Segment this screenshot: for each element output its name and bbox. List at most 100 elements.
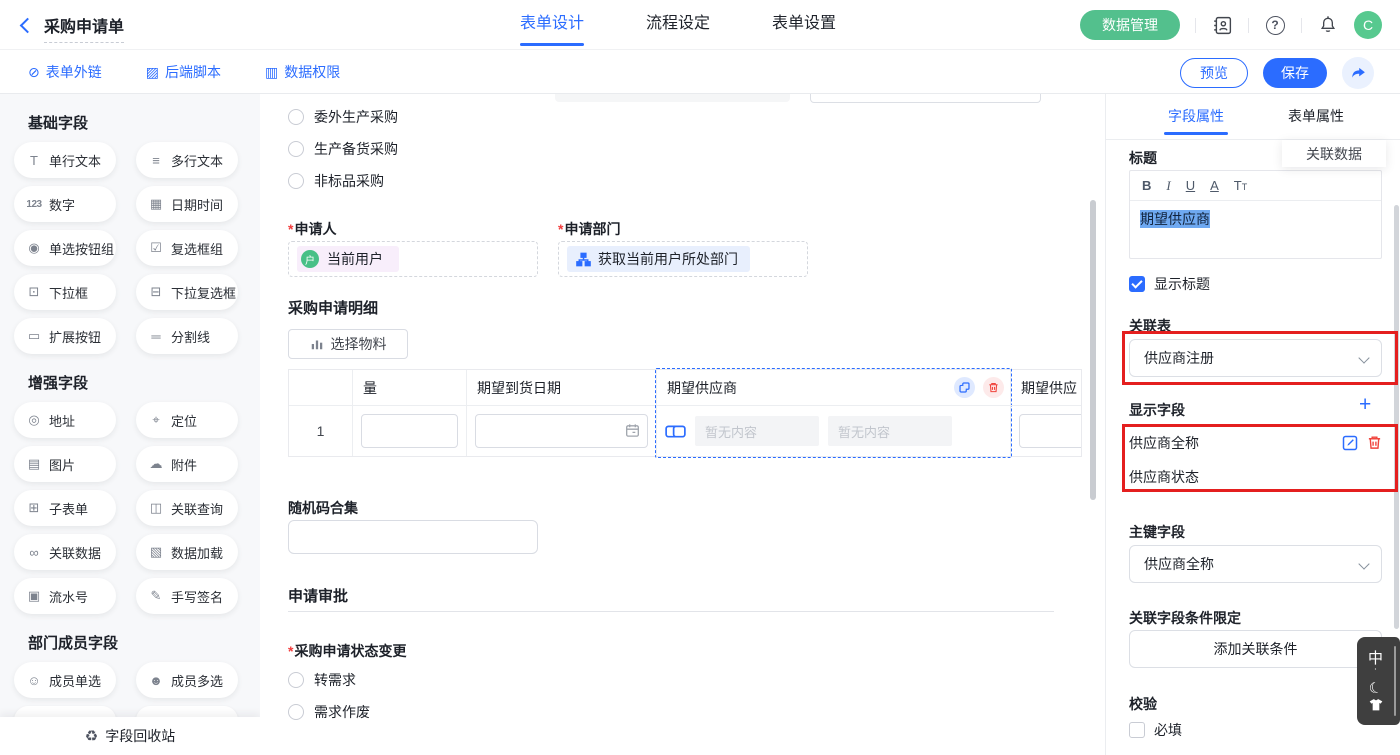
ime-skin-icon[interactable]: [1368, 698, 1384, 712]
user-avatar[interactable]: C: [1354, 11, 1382, 39]
field-subform[interactable]: ⊞子表单: [14, 490, 116, 526]
related-table-select[interactable]: 供应商注册: [1129, 339, 1382, 377]
title-editor: B I U A TT 期望供应商: [1129, 170, 1382, 259]
attachment-icon: ☁: [147, 456, 165, 472]
col-header-quantity: 量: [353, 370, 466, 406]
backend-script-button[interactable]: ▨ 后端脚本: [146, 62, 221, 82]
panel-tabs: 字段属性 表单属性: [1106, 94, 1400, 140]
contacts-icon[interactable]: [1211, 14, 1233, 36]
panel-scrollbar[interactable]: [1394, 205, 1399, 629]
related-data-cell[interactable]: 暂无内容 暂无内容: [665, 416, 1002, 446]
external-link-button[interactable]: ⊘ 表单外链: [28, 62, 102, 82]
field-data-load[interactable]: ▧数据加载: [136, 534, 238, 570]
back-icon[interactable]: [18, 17, 34, 33]
field-extend-button[interactable]: ▭扩展按钮: [14, 318, 116, 354]
detail-table: 1 量 期望到货日期: [288, 369, 1082, 457]
required-asterisk: *: [288, 221, 293, 237]
tab-form-design[interactable]: 表单设计: [520, 0, 584, 50]
related-data-floating-tag: 关联数据: [1282, 140, 1386, 167]
tab-field-properties[interactable]: 字段属性: [1168, 94, 1224, 140]
field-member-single[interactable]: ☺成员单选: [14, 662, 116, 698]
delete-column-icon[interactable]: [983, 377, 1004, 398]
font-size-icon[interactable]: TT: [1234, 178, 1247, 193]
data-manage-button[interactable]: 数据管理: [1080, 10, 1180, 40]
help-icon[interactable]: ?: [1264, 14, 1286, 36]
radio-option-demand-void[interactable]: 需求作废: [288, 702, 370, 722]
add-display-field-icon[interactable]: +: [1359, 396, 1371, 414]
form-title[interactable]: 采购申请单: [44, 13, 124, 43]
script-icon: ▨: [146, 64, 159, 81]
field-member-multi[interactable]: ☻成员多选: [136, 662, 238, 698]
share-button[interactable]: [1342, 57, 1374, 89]
data-permission-button[interactable]: ▥ 数据权限: [265, 62, 340, 82]
font-color-icon[interactable]: A: [1210, 178, 1219, 193]
ime-toolbar: 中 ʾ ☾: [1357, 637, 1400, 725]
field-checkbox-group[interactable]: ☑复选框组: [136, 230, 238, 266]
radio-option-stock[interactable]: 生产备货采购: [288, 139, 398, 159]
number-icon: 123: [25, 199, 43, 210]
field-dropdown[interactable]: ⊡下拉框: [14, 274, 116, 310]
field-image[interactable]: ▤图片: [14, 446, 116, 482]
edit-field-icon[interactable]: [1342, 435, 1358, 451]
tab-form-properties[interactable]: 表单属性: [1288, 94, 1344, 140]
applicant-label: *申请人: [288, 219, 336, 239]
field-address[interactable]: ◎地址: [14, 402, 116, 438]
field-location[interactable]: ⌖定位: [136, 402, 238, 438]
tab-form-setting[interactable]: 表单设置: [772, 0, 836, 50]
tab-flow-setting[interactable]: 流程设定: [646, 0, 710, 50]
ime-punctuation-toggle[interactable]: ʾ: [1374, 668, 1378, 679]
clipped-field[interactable]: [555, 94, 790, 102]
field-related-data[interactable]: ∞关联数据: [14, 534, 116, 570]
location-icon: ⌖: [147, 412, 165, 428]
section-enhanced-fields: 增强字段: [28, 372, 88, 393]
radio-option-to-demand[interactable]: 转需求: [288, 670, 356, 690]
field-recycle-bin[interactable]: ♻ 字段回收站: [0, 717, 260, 755]
copy-column-icon[interactable]: [954, 377, 975, 398]
show-title-checkbox[interactable]: 显示标题: [1129, 274, 1210, 294]
notification-bell-icon[interactable]: [1317, 14, 1339, 36]
col-header-date: 期望到货日期: [467, 370, 656, 406]
dropdown-icon: ⊡: [25, 284, 43, 300]
field-multi-line-text[interactable]: ≡多行文本: [136, 142, 238, 178]
field-number[interactable]: 123数字: [14, 186, 116, 222]
field-serial-number[interactable]: ▣流水号: [14, 578, 116, 614]
field-signature[interactable]: ✎手写签名: [136, 578, 238, 614]
toolbar-actions: 预览 保存: [1180, 57, 1374, 89]
field-related-query[interactable]: ◫关联查询: [136, 490, 238, 526]
table-col-supplier-selected[interactable]: 期望供应商 暂无内容 暂无内容: [657, 370, 1011, 456]
save-button[interactable]: 保存: [1263, 58, 1327, 88]
field-multi-dropdown[interactable]: ⊟下拉复选框: [136, 274, 238, 310]
select-material-button[interactable]: 选择物料: [288, 329, 408, 359]
required-checkbox[interactable]: 必填: [1129, 720, 1182, 740]
italic-icon[interactable]: I: [1166, 178, 1170, 194]
department-field[interactable]: 获取当前用户所处部门: [558, 241, 808, 277]
subform-icon: ⊞: [25, 500, 43, 516]
clipped-field[interactable]: [810, 94, 1041, 103]
field-attachment[interactable]: ☁附件: [136, 446, 238, 482]
field-divider-line[interactable]: ═分割线: [136, 318, 238, 354]
field-single-line-text[interactable]: T单行文本: [14, 142, 116, 178]
delete-field-icon[interactable]: [1367, 435, 1382, 451]
related-data-icon: ∞: [25, 545, 43, 560]
primary-key-select[interactable]: 供应商全称: [1129, 545, 1382, 583]
canvas-scrollbar[interactable]: [1090, 200, 1096, 500]
ime-moon-icon[interactable]: ☾: [1367, 679, 1384, 697]
bar-chart-icon: [310, 337, 324, 351]
supplier2-input[interactable]: [1019, 414, 1081, 448]
bold-icon[interactable]: B: [1142, 178, 1151, 193]
underline-icon[interactable]: U: [1186, 178, 1195, 193]
table-col-date: 期望到货日期: [467, 370, 657, 456]
field-datetime[interactable]: ▦日期时间: [136, 186, 238, 222]
applicant-field[interactable]: 户 当前用户: [288, 241, 538, 277]
quantity-input[interactable]: [361, 414, 458, 448]
radio-option-outsourced[interactable]: 委外生产采购: [288, 107, 398, 127]
field-radio-group[interactable]: ◉单选按钮组: [14, 230, 116, 266]
radio-option-nonstandard[interactable]: 非标品采购: [288, 171, 384, 191]
preview-button[interactable]: 预览: [1180, 58, 1248, 88]
ime-language-toggle[interactable]: 中: [1368, 651, 1383, 666]
expected-date-input[interactable]: [475, 414, 648, 448]
random-code-input[interactable]: [288, 520, 538, 554]
title-value-input[interactable]: 期望供应商: [1130, 201, 1381, 258]
add-condition-button[interactable]: 添加关联条件: [1129, 630, 1382, 668]
signature-icon: ✎: [147, 588, 165, 604]
